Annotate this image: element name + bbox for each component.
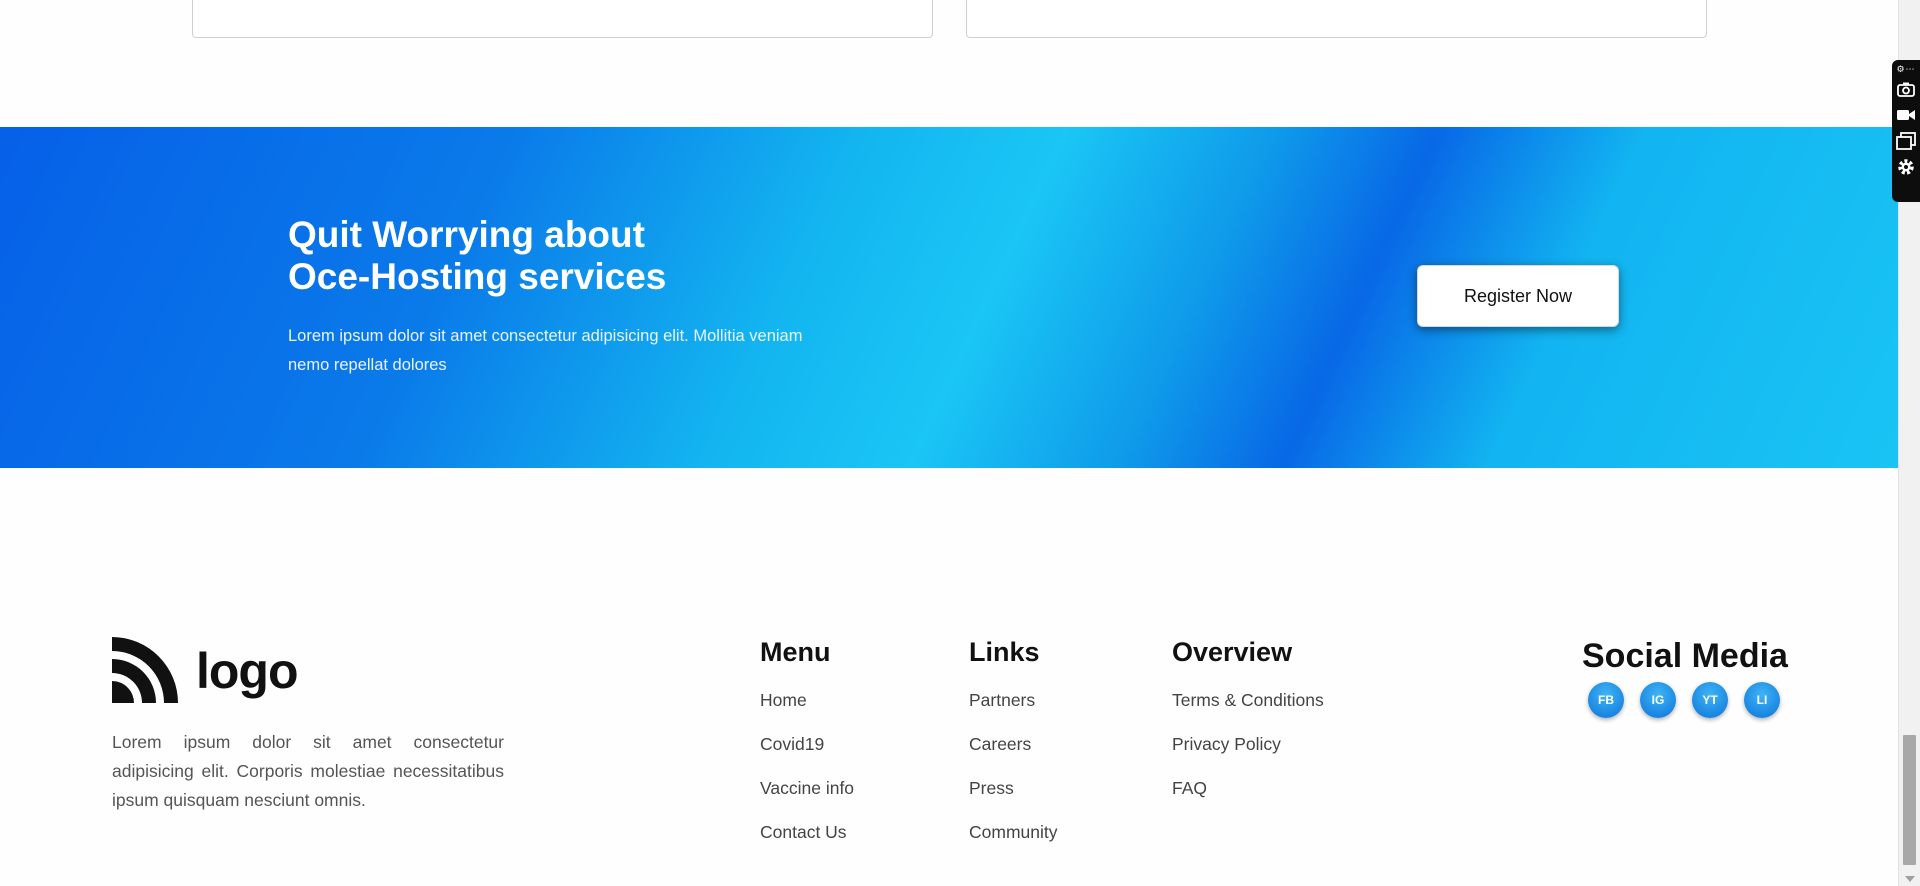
linkedin-icon[interactable]: LI <box>1744 682 1780 718</box>
instagram-icon[interactable]: IG <box>1640 682 1676 718</box>
links-link-press[interactable]: Press <box>969 778 1058 799</box>
menu-link-covid19[interactable]: Covid19 <box>760 734 854 755</box>
footer-social: Social Media FB IG YT LI <box>1582 636 1802 718</box>
social-icons: FB IG YT LI <box>1588 682 1802 718</box>
windows-icon[interactable] <box>1895 128 1917 154</box>
overview-link-privacy[interactable]: Privacy Policy <box>1172 734 1324 755</box>
extension-toolbar: ⚙⋯ <box>1892 60 1920 202</box>
links-link-partners[interactable]: Partners <box>969 690 1058 711</box>
overview-link-terms[interactable]: Terms & Conditions <box>1172 690 1324 711</box>
logo-text: logo <box>196 643 299 699</box>
cta-title: Quit Worrying about Oce-Hosting services <box>288 214 888 298</box>
footer: logo Lorem ipsum dolor sit amet consecte… <box>0 468 1898 886</box>
overview-heading: Overview <box>1172 637 1293 667</box>
scrollbar-thumb[interactable] <box>1903 735 1916 865</box>
video-icon[interactable] <box>1895 102 1917 128</box>
content-card-left <box>192 0 933 38</box>
logo-mark-icon <box>112 637 178 703</box>
links-link-careers[interactable]: Careers <box>969 734 1058 755</box>
footer-logo[interactable]: logo <box>112 637 299 703</box>
content-card-right <box>966 0 1707 38</box>
menu-link-home[interactable]: Home <box>760 690 854 711</box>
register-now-button[interactable]: Register Now <box>1417 265 1619 327</box>
cta-title-line1: Quit Worrying about <box>288 214 645 255</box>
scroll-down-arrow-icon[interactable] <box>1905 876 1915 882</box>
overview-link-faq[interactable]: FAQ <box>1172 778 1324 799</box>
social-heading: Social Media <box>1582 637 1788 675</box>
youtube-icon[interactable]: YT <box>1692 682 1728 718</box>
camera-icon[interactable] <box>1895 76 1917 102</box>
footer-menu-column: Menu Home Covid19 Vaccine info Contact U… <box>760 636 854 866</box>
menu-link-contact-us[interactable]: Contact Us <box>760 822 854 843</box>
page: Quit Worrying about Oce-Hosting services… <box>0 0 1898 886</box>
links-heading: Links <box>969 637 1040 667</box>
footer-description: Lorem ipsum dolor sit amet consectetur a… <box>112 732 504 810</box>
menu-link-vaccine-info[interactable]: Vaccine info <box>760 778 854 799</box>
cta-description: Lorem ipsum dolor sit amet consectetur a… <box>288 327 803 374</box>
footer-links-column: Links Partners Careers Press Community <box>969 636 1058 866</box>
links-link-community[interactable]: Community <box>969 822 1058 843</box>
footer-overview-column: Overview Terms & Conditions Privacy Poli… <box>1172 636 1324 822</box>
cta-title-line2: Oce-Hosting services <box>288 256 667 297</box>
gear-icon[interactable] <box>1895 154 1917 180</box>
menu-heading: Menu <box>760 637 831 667</box>
cta-banner: Quit Worrying about Oce-Hosting services… <box>0 127 1898 468</box>
facebook-icon[interactable]: FB <box>1588 682 1624 718</box>
more-options-icon[interactable]: ⚙⋯ <box>1896 64 1915 76</box>
